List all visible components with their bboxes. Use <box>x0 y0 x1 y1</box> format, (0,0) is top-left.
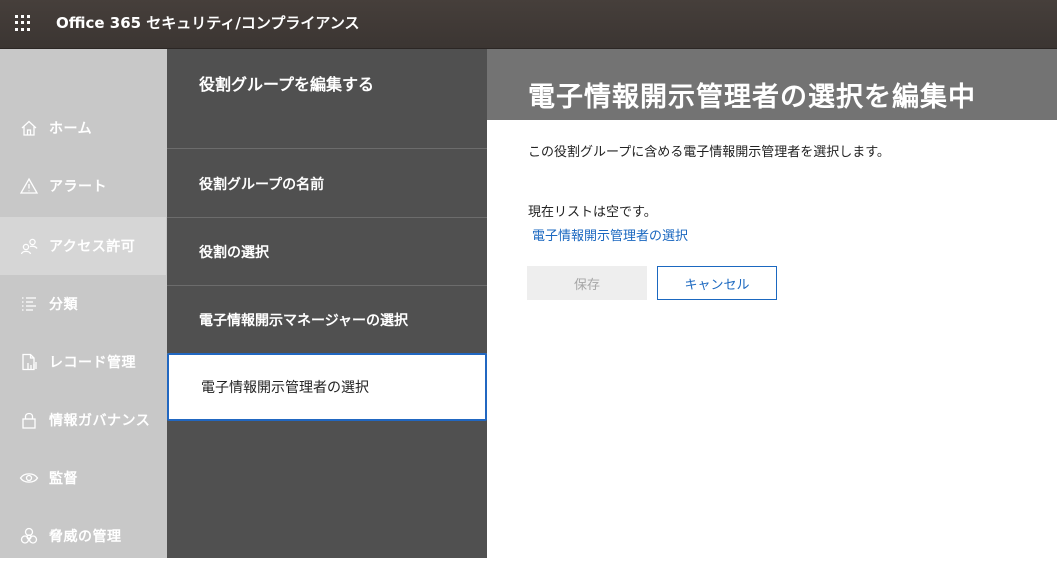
cancel-button[interactable]: キャンセル <box>657 266 777 300</box>
empty-list-text: 現在リストは空です。 <box>528 205 657 220</box>
nav-item-threat-management[interactable]: 脅威の管理 <box>0 507 166 565</box>
wizard-step-choose-roles[interactable]: 役割の選択 <box>167 218 487 286</box>
wizard-panel: 役割グループを編集する 役割グループの名前 役割の選択 電子情報開示マネージャー… <box>167 49 487 558</box>
left-nav: ホーム アラート アクセス許可 分類 レコード管理 情報ガバナンス 監督 脅威の… <box>0 49 167 558</box>
step-label: 電子情報開示管理者の選択 <box>201 380 369 396</box>
home-icon <box>19 118 39 138</box>
lock-icon <box>19 410 39 430</box>
step-label: 役割の選択 <box>199 244 269 261</box>
wizard-step-role-group-name[interactable]: 役割グループの名前 <box>167 150 487 218</box>
nav-label: ホーム <box>49 121 93 137</box>
nav-label: 分類 <box>49 297 78 313</box>
main-header: 電子情報開示管理者の選択を編集中 <box>487 49 1057 120</box>
step-label: 電子情報開示マネージャーの選択 <box>199 312 409 329</box>
nav-item-alerts[interactable]: アラート <box>0 157 166 215</box>
wizard-title: 役割グループを編集する <box>199 75 375 94</box>
wizard-step-choose-ediscovery-administrators[interactable]: 電子情報開示管理者の選択 <box>167 353 487 421</box>
biohazard-icon <box>19 526 39 546</box>
page-title: 電子情報開示管理者の選択を編集中 <box>528 82 976 113</box>
nav-label: レコード管理 <box>49 355 136 371</box>
wizard-step-choose-ediscovery-managers[interactable]: 電子情報開示マネージャーの選択 <box>167 286 487 354</box>
select-administrators-link[interactable]: 電子情報開示管理者の選択 <box>532 225 688 244</box>
nav-item-permissions[interactable]: アクセス許可 <box>0 217 166 275</box>
nav-label: アラート <box>49 179 107 195</box>
main-panel: 電子情報開示管理者の選択を編集中 この役割グループに含める電子情報開示管理者を選… <box>487 49 1057 558</box>
nav-label: 情報ガバナンス <box>49 413 151 429</box>
people-icon <box>19 236 39 256</box>
top-bar: Office 365 セキュリティ/コンプライアンス <box>0 0 1057 49</box>
eye-icon <box>19 468 39 488</box>
nav-item-supervision[interactable]: 監督 <box>0 449 166 507</box>
nav-item-classification[interactable]: 分類 <box>0 275 166 333</box>
nav-label: 監督 <box>49 471 78 487</box>
records-icon <box>19 352 39 372</box>
alert-icon <box>19 176 39 196</box>
app-launcher-icon[interactable] <box>15 15 31 31</box>
step-label: 役割グループの名前 <box>199 176 325 193</box>
nav-item-home[interactable]: ホーム <box>0 99 166 157</box>
save-button[interactable]: 保存 <box>527 266 647 300</box>
nav-label: アクセス許可 <box>49 239 136 255</box>
nav-item-records[interactable]: レコード管理 <box>0 333 166 391</box>
nav-item-governance[interactable]: 情報ガバナンス <box>0 391 166 449</box>
list-icon <box>19 294 39 314</box>
app-title: Office 365 セキュリティ/コンプライアンス <box>56 14 360 32</box>
description-text: この役割グループに含める電子情報開示管理者を選択します。 <box>528 145 890 160</box>
wizard-header: 役割グループを編集する <box>167 49 487 149</box>
nav-label: 脅威の管理 <box>49 529 122 545</box>
